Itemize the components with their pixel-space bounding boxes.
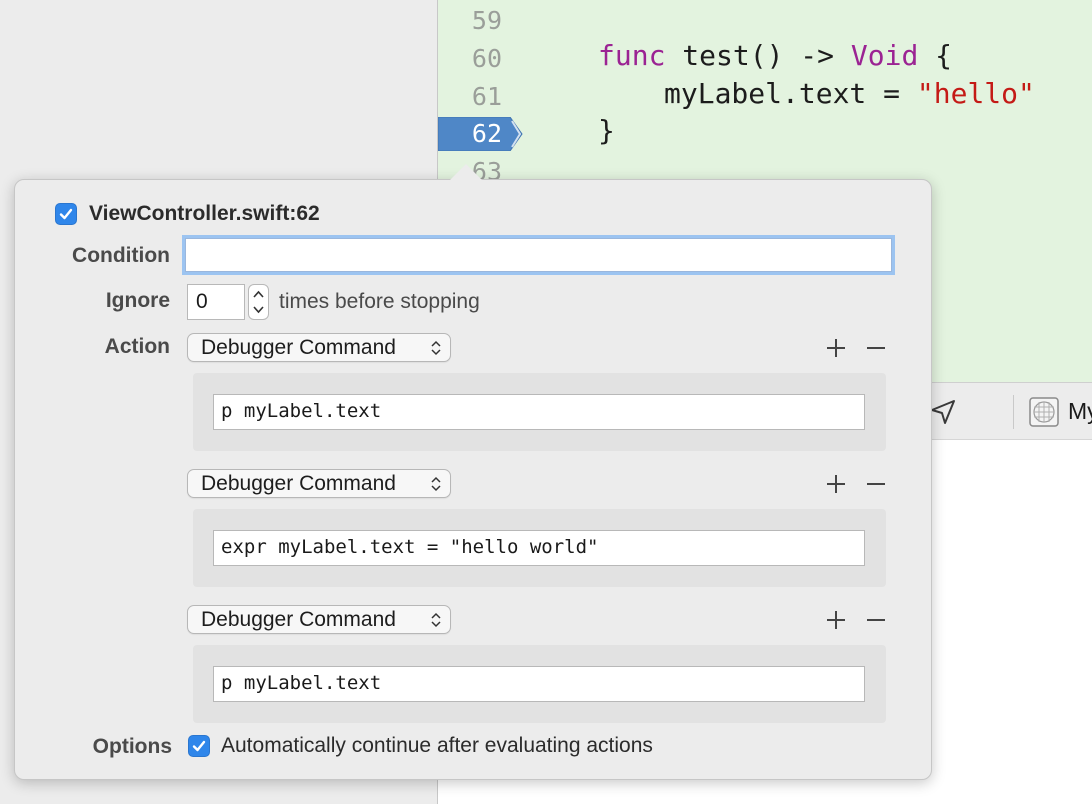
toolbar-separator: [1013, 395, 1014, 429]
action-command-box: p myLabel.text: [193, 373, 886, 451]
line-number-62: 62: [471, 119, 502, 148]
type-void: Void: [850, 39, 919, 72]
condition-label: Condition: [72, 244, 170, 267]
remove-action-icon[interactable]: [864, 608, 888, 632]
popover-arrow: [450, 164, 482, 180]
keyword-func: func: [598, 39, 666, 72]
line-number-61: 61: [471, 82, 502, 111]
breakpoint-editor-popover: ViewController.swift:62 Condition Ignore…: [14, 179, 932, 780]
options-label: Options: [92, 735, 172, 758]
ignore-count-field[interactable]: 0: [187, 284, 245, 320]
ignore-count-stepper[interactable]: [248, 284, 269, 320]
action-type-popup[interactable]: Debugger Command: [187, 605, 451, 634]
scheme-label[interactable]: My: [1068, 398, 1092, 425]
device-grid-icon[interactable]: [1028, 396, 1060, 433]
action-label: Action: [104, 335, 170, 358]
add-action-icon[interactable]: [824, 472, 848, 496]
popup-chevrons-icon: [431, 476, 441, 492]
stepper-down-icon[interactable]: [252, 305, 265, 315]
add-action-icon[interactable]: [824, 608, 848, 632]
popup-chevrons-icon: [431, 340, 441, 356]
debugger-command-field[interactable]: p myLabel.text: [213, 394, 865, 430]
code-brace: {: [918, 39, 953, 72]
string-literal: "hello": [916, 77, 1035, 110]
remove-action-icon[interactable]: [864, 472, 888, 496]
breakpoint-enabled-checkbox[interactable]: [55, 203, 77, 225]
code-text: myLabel.text =: [664, 77, 917, 110]
action-command-box: expr myLabel.text = "hello world": [193, 509, 886, 587]
location-arrow-icon[interactable]: [928, 397, 958, 432]
action-type-label: Debugger Command: [201, 608, 396, 631]
action-type-label: Debugger Command: [201, 472, 396, 495]
code-line-60: func test() -> Void {: [598, 39, 952, 73]
code-line-62: }: [598, 114, 615, 147]
debugger-command-field[interactable]: expr myLabel.text = "hello world": [213, 530, 865, 566]
popup-chevrons-icon: [431, 612, 441, 628]
breakpoint-location: ViewController.swift:62: [89, 202, 320, 225]
action-command-box: p myLabel.text: [193, 645, 886, 723]
debugger-command-field[interactable]: p myLabel.text: [213, 666, 865, 702]
action-type-label: Debugger Command: [201, 336, 396, 359]
line-number-60: 60: [471, 44, 502, 73]
remove-action-icon[interactable]: [864, 336, 888, 360]
ignore-label: Ignore: [105, 289, 170, 312]
ignore-suffix-text: times before stopping: [279, 290, 480, 313]
add-action-icon[interactable]: [824, 336, 848, 360]
auto-continue-label[interactable]: Automatically continue after evaluating …: [221, 734, 653, 758]
code-line-61: myLabel.text = "hello": [664, 77, 1035, 111]
stepper-up-icon[interactable]: [252, 289, 265, 299]
action-type-popup[interactable]: Debugger Command: [187, 469, 451, 498]
line-number-59: 59: [471, 6, 502, 35]
condition-input[interactable]: [185, 238, 892, 272]
action-type-popup[interactable]: Debugger Command: [187, 333, 451, 362]
code-text: test() ->: [665, 39, 851, 72]
auto-continue-checkbox[interactable]: [188, 735, 210, 757]
